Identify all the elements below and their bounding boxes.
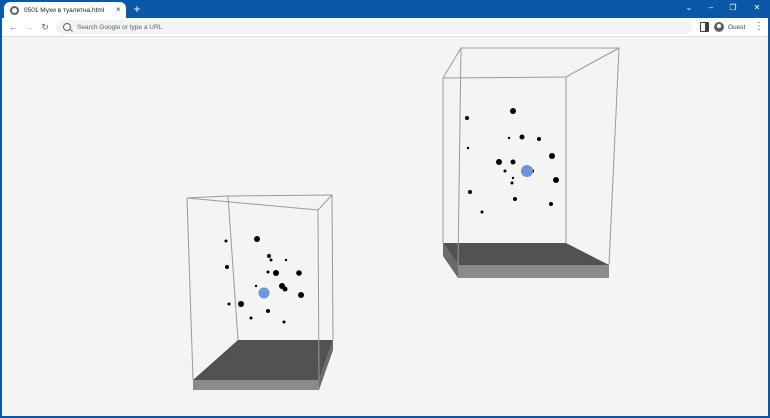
fly: [296, 270, 302, 276]
fly: [503, 169, 507, 173]
fly: [298, 292, 304, 298]
page-canvas[interactable]: [2, 37, 768, 416]
left-floor-top: [193, 340, 333, 380]
fly: [549, 202, 553, 206]
browser-window: 0501 Мухи в туалетна.html × + ⌄ – ❐ ✕ ← …: [0, 0, 770, 418]
minimize-button[interactable]: –: [700, 1, 722, 15]
fly: [267, 254, 271, 258]
fly: [510, 181, 514, 185]
fly: [537, 137, 541, 141]
side-panel-icon[interactable]: [700, 22, 709, 32]
left-box: [186, 194, 334, 390]
fly: [496, 159, 502, 165]
tab-strip: 0501 Мухи в туалетна.html × + ⌄ – ❐ ✕: [0, 0, 770, 18]
browser-tab[interactable]: 0501 Мухи в туалетна.html ×: [4, 2, 126, 18]
fly: [468, 190, 472, 194]
profile-label: Guest: [728, 23, 746, 31]
fly: [553, 177, 559, 183]
omnibox-input[interactable]: [77, 23, 637, 31]
globe-icon: [10, 5, 19, 15]
right-flies: [465, 108, 559, 214]
fly: [513, 197, 517, 201]
close-window-button[interactable]: ✕: [746, 1, 768, 15]
fly: [269, 258, 273, 262]
fly: [266, 309, 270, 313]
fly: [249, 316, 253, 320]
tab-search-button[interactable]: ⌄: [678, 1, 700, 15]
left-box-floor: [193, 340, 333, 390]
fly: [224, 239, 228, 243]
fly: [466, 146, 470, 150]
forward-button[interactable]: →: [22, 20, 36, 34]
fly: [507, 136, 511, 140]
browser-toolbar: ← → ↻ Guest ⋮: [2, 18, 768, 37]
reload-button[interactable]: ↻: [38, 20, 52, 34]
fly: [465, 116, 469, 120]
right-box: [442, 47, 620, 278]
right-floor-front: [458, 265, 609, 278]
avatar-icon: [714, 22, 724, 32]
tab-close-icon[interactable]: ×: [116, 6, 121, 14]
right-box-floor: [443, 243, 609, 278]
search-icon: [63, 23, 71, 31]
profile-button[interactable]: Guest: [714, 20, 745, 34]
fly: [282, 286, 288, 292]
fly: [480, 210, 484, 214]
fly: [266, 270, 270, 274]
fly: [273, 270, 279, 276]
fly: [284, 258, 288, 262]
restore-button[interactable]: ❐: [722, 1, 744, 15]
fly: [238, 301, 244, 307]
menu-icon[interactable]: ⋮: [754, 20, 764, 34]
address-bar[interactable]: [56, 20, 692, 34]
fly: [519, 134, 525, 140]
back-button[interactable]: ←: [6, 20, 20, 34]
fly: [254, 284, 258, 288]
new-tab-button[interactable]: +: [130, 2, 144, 16]
fly: [549, 153, 555, 159]
fly: [510, 159, 516, 165]
fly: [511, 176, 515, 180]
tab-title: 0501 Мухи в туалетна.html: [24, 6, 105, 14]
fly: [282, 320, 286, 324]
right-floor-top: [443, 243, 609, 265]
target-ball: [258, 287, 270, 299]
fly: [254, 236, 260, 242]
fly: [227, 302, 231, 306]
fly: [225, 265, 229, 269]
fly: [510, 108, 516, 114]
target-ball: [521, 165, 533, 177]
right-box-edges: [442, 47, 620, 266]
left-floor-front: [193, 380, 319, 390]
scene-3d: [186, 47, 620, 390]
